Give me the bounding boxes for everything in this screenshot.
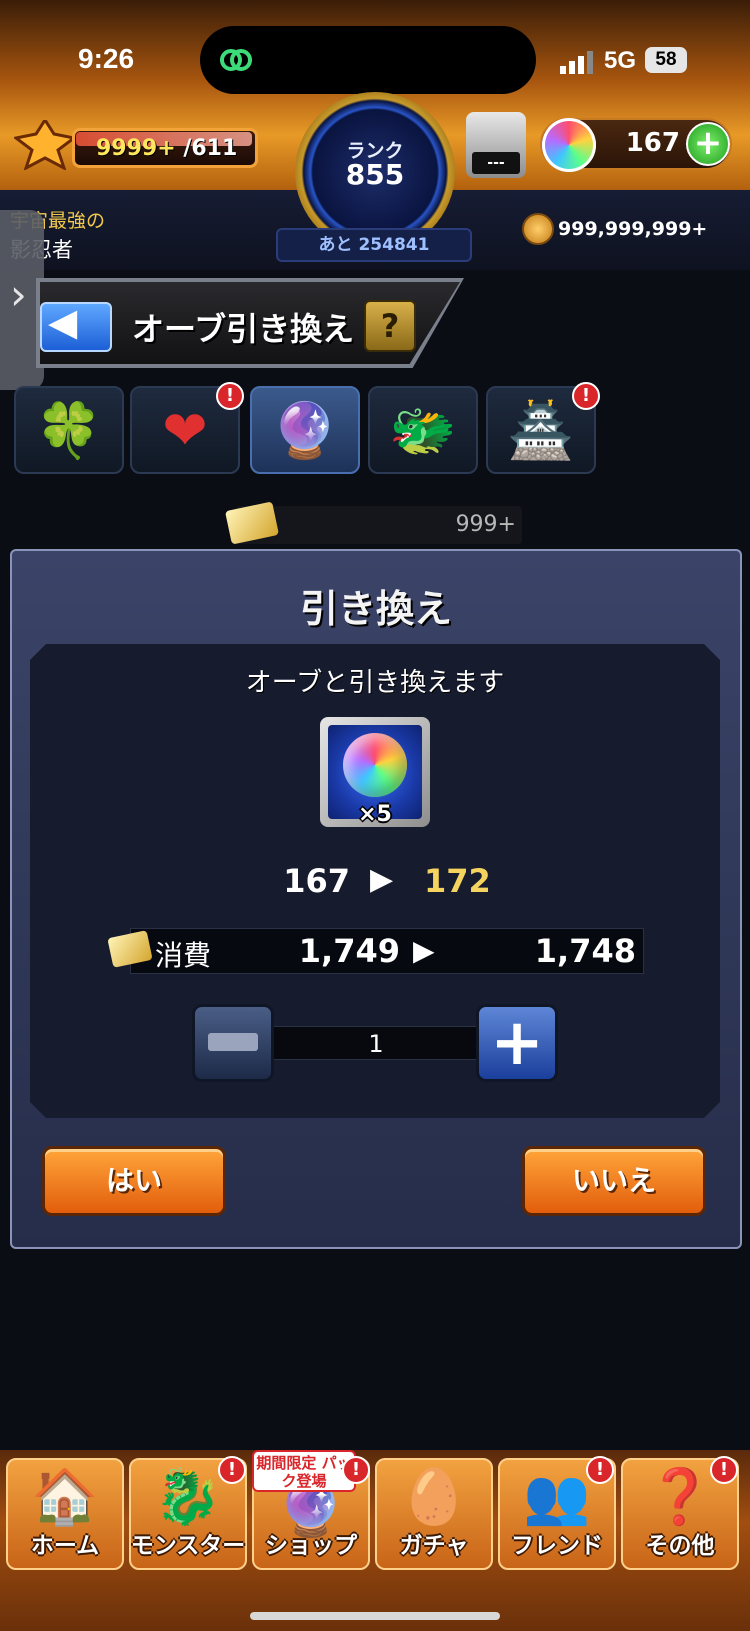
chevron-right-icon: › <box>10 270 27 319</box>
notification-badge: ! <box>586 1456 614 1484</box>
ticket-balance: 999+ <box>455 512 516 537</box>
plus-icon: + <box>490 1006 544 1080</box>
notification-badge: ! <box>216 382 244 410</box>
back-arrow-icon: ◀ <box>48 300 78 344</box>
buy-orb-button[interactable]: + <box>686 122 730 166</box>
signal-icon <box>560 51 593 74</box>
orb-ticket-icon: 🔮 <box>271 399 339 462</box>
stamina-icon <box>14 120 76 170</box>
status-network: 5G <box>604 47 637 74</box>
dragon-icon: 🐲 <box>389 399 457 462</box>
page-title: オーブ引き換え <box>132 310 355 348</box>
nav-gacha-label: ガチャ <box>399 1533 469 1559</box>
dialog-title: 引き換え <box>299 587 452 631</box>
castle-icon: 🏯 <box>507 399 575 462</box>
dialog-message: オーブと引き換えます <box>245 668 505 698</box>
coin-icon <box>522 213 554 245</box>
nav-monster-label: モンスター <box>130 1533 246 1559</box>
orb-icon <box>542 118 596 172</box>
stamina-value: 9999+ /611 <box>96 136 237 161</box>
cost-before: 1,749 <box>298 932 400 970</box>
orb-count-before: 167 <box>283 862 350 900</box>
egg-icon: 🥚 <box>400 1465 468 1528</box>
clover-icon: 🍀 <box>35 399 103 462</box>
heart-icon: ❤ <box>162 399 208 462</box>
stamina-max: /611 <box>183 136 238 161</box>
no-button[interactable]: いいえ <box>522 1146 706 1216</box>
quantity-value: 1 <box>368 1030 384 1058</box>
nav-home-label: ホーム <box>30 1533 100 1559</box>
cost-label: 消費 <box>155 939 212 972</box>
nav-other-label: その他 <box>645 1533 715 1559</box>
coin-balance: 999,999,999+ <box>558 218 708 240</box>
reward-quantity: ×5 <box>358 802 392 827</box>
status-time: 9:26 <box>78 43 135 74</box>
link-icon <box>220 49 252 71</box>
arrow-right-icon: ▶ <box>370 862 394 897</box>
rainbow-orb-icon <box>343 733 407 797</box>
nav-friend-label: フレンド <box>511 1533 603 1559</box>
battery-icon: 58 <box>645 47 687 73</box>
cost-after: 1,748 <box>534 932 636 970</box>
notification-badge: ! <box>710 1456 738 1484</box>
orb-count-after: 172 <box>424 862 491 900</box>
orb-count: 167 <box>625 128 680 158</box>
help-button[interactable]: ? <box>364 300 416 352</box>
home-icon: 🏠 <box>31 1465 99 1528</box>
stamina-current: 9999+ <box>96 136 176 161</box>
orb-box-label: --- <box>472 152 520 174</box>
rank-value: 855 <box>345 158 405 191</box>
arrow-right-icon: ▶ <box>413 934 435 967</box>
home-indicator[interactable] <box>250 1612 500 1620</box>
shop-promo-badge: 期間限定 パック登場 <box>252 1450 356 1492</box>
notification-badge: ! <box>572 382 600 410</box>
yes-button[interactable]: はい <box>42 1146 226 1216</box>
minus-icon <box>208 1033 258 1051</box>
notification-badge: ! <box>342 1456 370 1484</box>
nav-shop-label: ショップ <box>265 1533 357 1559</box>
rank-next-exp: あと 254841 <box>276 228 472 262</box>
notification-badge: ! <box>218 1456 246 1484</box>
